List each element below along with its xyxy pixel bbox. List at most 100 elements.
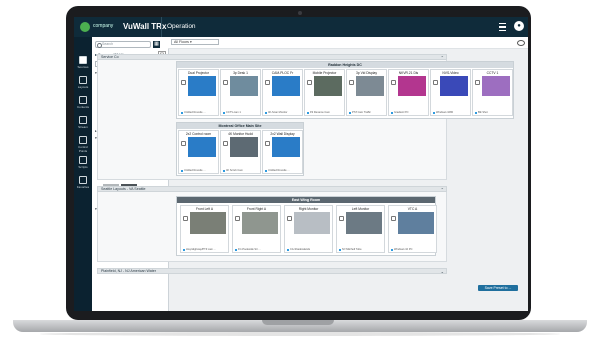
source-status-icon <box>433 112 435 114</box>
tile-source-caption: FC-Pooleside Str ... <box>238 248 261 251</box>
display-tile[interactable]: 2x2 Wall Display Untitled Rounde ... <box>262 130 303 174</box>
tile-label: Front Right A <box>246 207 267 211</box>
tile-preview-image <box>398 76 426 96</box>
app-title: VuWall TRx <box>123 22 167 31</box>
tile-preview-image <box>272 76 300 96</box>
tile-label: Right Monitor <box>298 207 319 211</box>
lock-icon[interactable] <box>339 216 344 221</box>
display-tile[interactable]: Mobile Projector Pd Rename Cam <box>304 69 345 116</box>
tile-preview-image <box>346 212 382 234</box>
lock-icon[interactable] <box>287 216 292 221</box>
nav-scripts[interactable]: Scripts <box>76 155 90 171</box>
display-tile[interactable]: CCTV 1 Blk Shot <box>472 69 513 116</box>
left-nav-rail: Sources Layouts Contents Stream Control … <box>74 37 92 311</box>
lock-icon[interactable] <box>265 141 270 146</box>
source-status-icon <box>223 170 225 172</box>
tile-preview-image <box>230 137 258 157</box>
tile-preview-image <box>482 76 510 96</box>
lock-icon[interactable] <box>391 80 396 85</box>
display-tile[interactable]: 3p Vid Display PTZ Cam Traffic <box>346 69 387 116</box>
display-tile[interactable]: 4K Monitor Hudd 4K Scrub Cam <box>220 130 261 174</box>
nav-layouts[interactable]: Layouts <box>76 75 90 91</box>
source-status-icon <box>181 112 183 114</box>
lock-icon[interactable] <box>391 216 396 221</box>
save-preset-button[interactable]: Save Preset to ... <box>478 285 518 291</box>
tile-preview-image <box>242 212 278 234</box>
tile-source-caption: CCTV-cam 1 <box>226 111 241 114</box>
nav-contents[interactable]: Contents <box>76 95 90 111</box>
lock-icon[interactable] <box>475 80 480 85</box>
source-status-icon <box>307 112 309 114</box>
display-tile[interactable]: CAM-PLOC Fr 4K-Scan Monitor <box>262 69 303 116</box>
lock-icon[interactable] <box>181 141 186 146</box>
source-status-icon <box>391 112 393 114</box>
tile-preview-image <box>440 76 468 96</box>
floor-select[interactable]: All Floors ▾ <box>171 39 219 45</box>
tile-label: 2x2 Wall Display <box>270 132 295 136</box>
tile-source-caption: Untitled Rounde ... <box>184 111 206 114</box>
tile-preview-image <box>272 137 300 157</box>
user-avatar-icon[interactable]: ● <box>514 21 524 31</box>
nav-favorites[interactable]: Favorites <box>76 175 90 191</box>
tile-preview-image <box>294 212 330 234</box>
display-tile[interactable]: NVS-Video Windows 1080 <box>430 69 471 116</box>
laptop-shadow <box>40 332 560 336</box>
display-tile[interactable]: 2x2 Control room Untitled Rounde ... <box>178 130 219 174</box>
display-tile[interactable]: Dual Projector Untitled Rounde ... <box>178 69 219 116</box>
tile-preview-image <box>230 76 258 96</box>
search-input[interactable]: Search <box>95 41 151 48</box>
display-tile[interactable]: Right Monitor CA-Shadowlands <box>284 205 333 253</box>
tile-source-caption: Untitled Rounde ... <box>184 169 206 172</box>
tile-source-caption: Blk Shot <box>478 111 488 114</box>
display-tile[interactable]: 3p Desk 1 CCTV-cam 1 <box>220 69 261 116</box>
display-tile[interactable]: VTC A Windows 10 PC <box>388 205 437 253</box>
tile-source-caption: Windows 1080 <box>436 111 454 114</box>
nav-sources[interactable]: Sources <box>76 55 90 71</box>
brand-name: company <box>93 23 114 29</box>
group-header[interactable]: Plainfield, NJ - NJ American Water ⌄ <box>97 268 447 274</box>
display-tile[interactable]: Front Right A FC-Pooleside Str ... <box>232 205 281 253</box>
lock-icon[interactable] <box>181 80 186 85</box>
lock-icon[interactable] <box>349 80 354 85</box>
nav-control-points[interactable]: Control Points <box>76 135 90 153</box>
stream-icon <box>79 116 87 124</box>
tile-source-caption: Untitled Rounde ... <box>268 169 290 172</box>
display-tile[interactable]: Left Monitor NY-Mitchell Tube <box>336 205 385 253</box>
eye-icon[interactable] <box>517 40 525 46</box>
source-status-icon <box>287 249 289 251</box>
tile-label: 2x2 Control room <box>185 132 212 136</box>
section-title: Operation <box>167 23 196 30</box>
tile-label: NKVR.21 Dis <box>398 71 419 75</box>
lock-icon[interactable] <box>433 80 438 85</box>
lock-icon[interactable] <box>235 216 240 221</box>
hamburger-menu-icon[interactable] <box>499 23 506 31</box>
lock-icon[interactable] <box>223 141 228 146</box>
source-status-icon <box>391 249 393 251</box>
source-status-icon <box>349 112 351 114</box>
lock-icon[interactable] <box>223 80 228 85</box>
lock-icon[interactable] <box>265 80 270 85</box>
lock-icon[interactable] <box>183 216 188 221</box>
tile-label: Front Left A <box>195 207 214 211</box>
display-tile[interactable]: Front Left A Hwy/Highway/PTZ cam ... <box>180 205 229 253</box>
grid-view-button[interactable]: ▦ <box>153 41 160 48</box>
tile-label: CCTV 1 <box>486 71 499 75</box>
lock-icon[interactable] <box>307 80 312 85</box>
tile-preview-image <box>398 212 434 234</box>
brand-logo-icon <box>80 22 90 32</box>
tile-source-caption: Hwy/Highway/PTZ cam ... <box>186 248 216 251</box>
chevron-down-icon: ⌄ <box>440 269 444 274</box>
tile-source-caption: NY-Mitchell Tube <box>342 248 362 251</box>
tile-source-caption: Windows 10 PC <box>394 248 413 251</box>
display-tile[interactable]: NKVR.21 Dis Gradient PO <box>388 69 429 116</box>
monitor-icon <box>79 56 87 64</box>
star-icon <box>79 176 87 184</box>
image-icon <box>79 96 87 104</box>
tile-label: 3p Vid Display <box>355 71 377 75</box>
laptop-notch <box>262 320 334 325</box>
source-status-icon <box>475 112 477 114</box>
tile-source-caption: PTZ Cam Traffic <box>352 111 371 114</box>
nav-stream[interactable]: Stream <box>76 115 90 131</box>
tile-label: 3p Desk 1 <box>233 71 248 75</box>
tile-preview-image <box>188 137 216 157</box>
